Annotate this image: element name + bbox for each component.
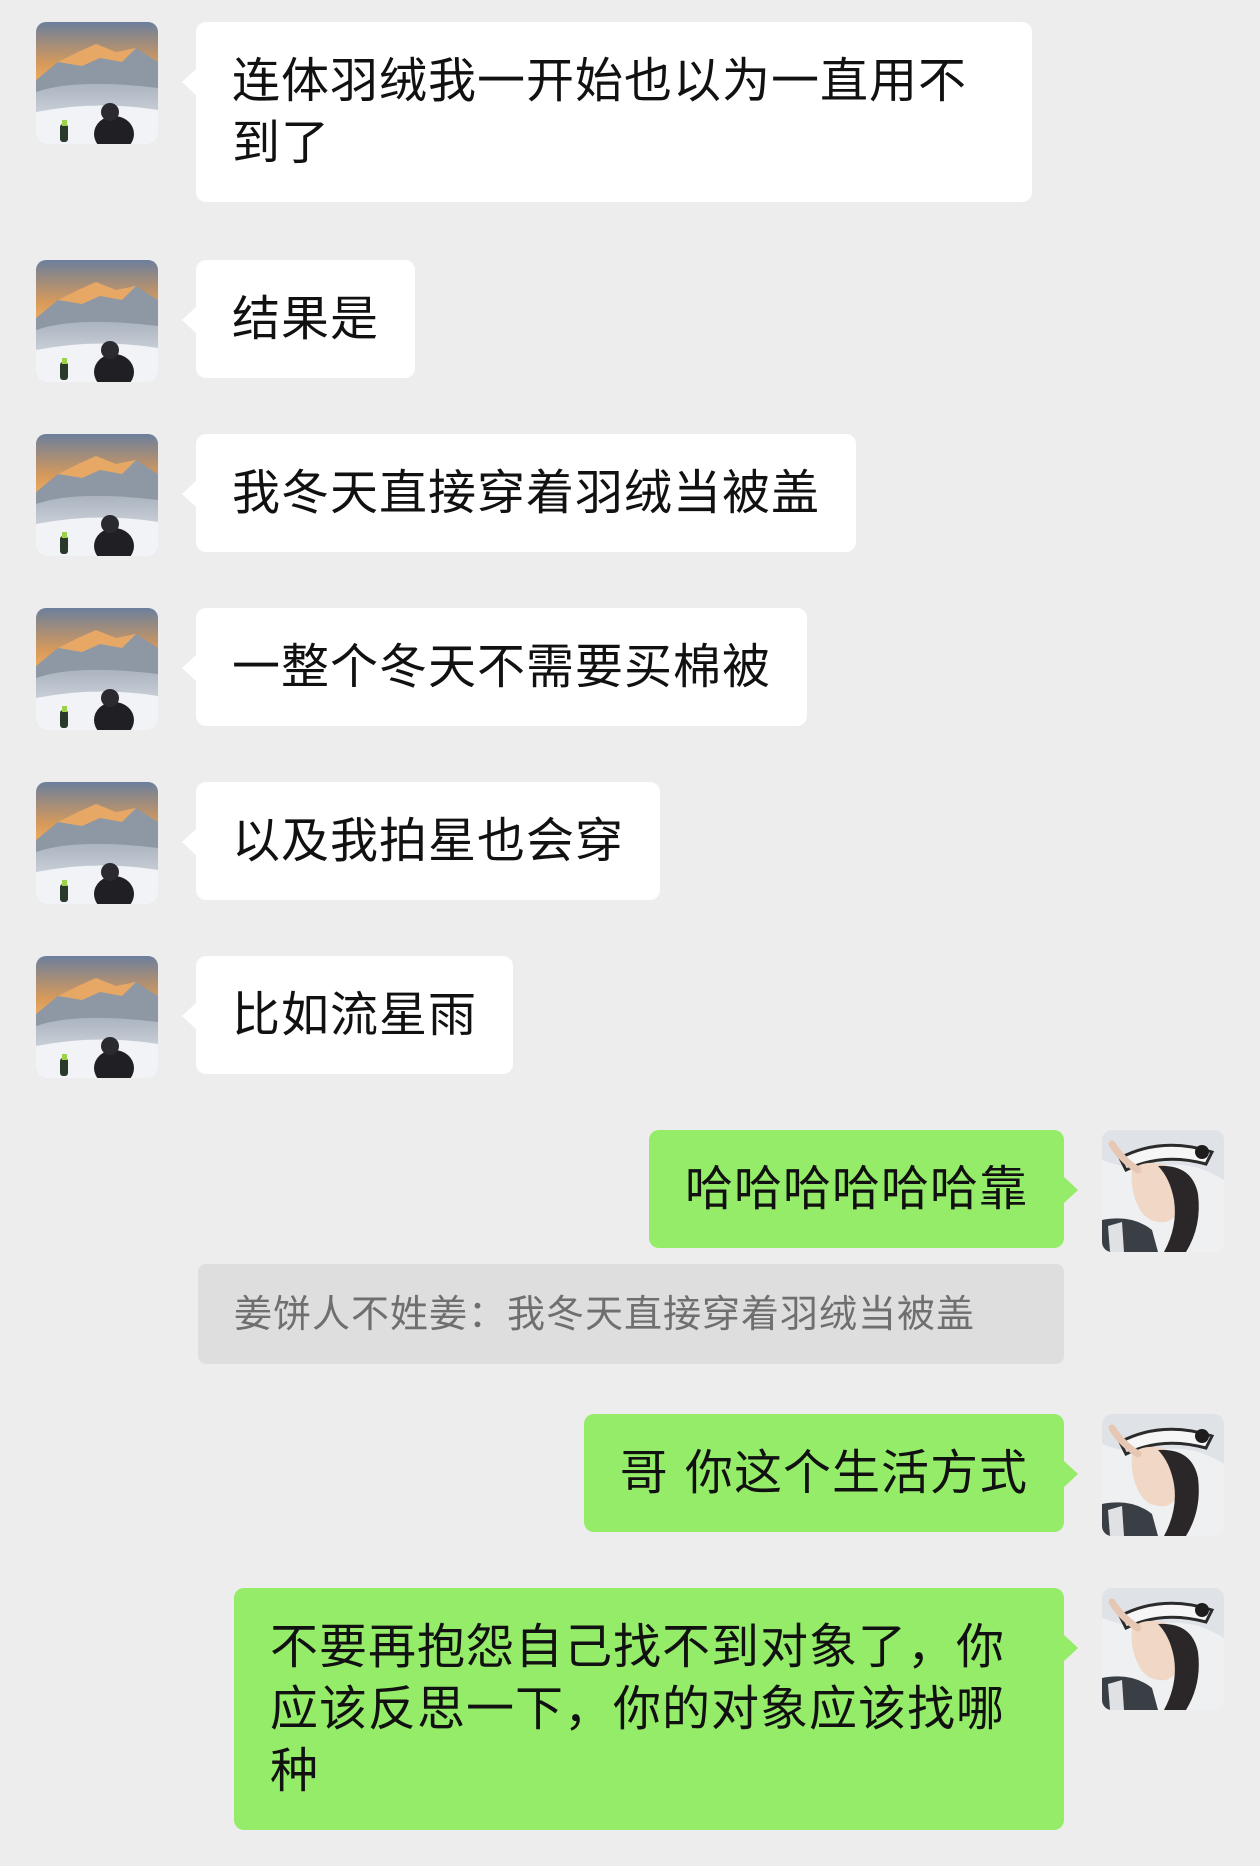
incoming-message[interactable]: 结果是: [181, 260, 416, 378]
contact-avatar[interactable]: [36, 22, 158, 144]
incoming-message[interactable]: 连体羽绒我一开始也以为一直用不到了: [182, 22, 1032, 202]
woman-hat-icon: [1102, 1130, 1224, 1252]
woman-hat-icon: [1102, 1588, 1224, 1710]
contact-avatar[interactable]: [36, 782, 158, 904]
self-avatar[interactable]: [1102, 1130, 1224, 1252]
incoming-message[interactable]: 以及我拍星也会穿: [181, 782, 661, 900]
contact-avatar[interactable]: [36, 260, 158, 382]
snowy-mountain-icon: [36, 608, 158, 730]
quoted-message[interactable]: 姜饼人不姓姜：我冬天直接穿着羽绒当被盖: [198, 1264, 1064, 1364]
contact-avatar[interactable]: [36, 608, 158, 730]
outgoing-message[interactable]: 哥 你这个生活方式: [583, 1414, 1079, 1532]
self-avatar[interactable]: [1102, 1414, 1224, 1536]
contact-avatar[interactable]: [36, 956, 158, 1078]
incoming-message[interactable]: 比如流星雨: [181, 956, 514, 1074]
outgoing-message[interactable]: 哈哈哈哈哈哈靠: [648, 1130, 1079, 1248]
incoming-message[interactable]: 一整个冬天不需要买棉被: [181, 608, 808, 726]
snowy-mountain-icon: [36, 956, 158, 1078]
outgoing-message[interactable]: 不要再抱怨自己找不到对象了，你应该反思一下，你的对象应该找哪种: [234, 1588, 1078, 1830]
incoming-message[interactable]: 我冬天直接穿着羽绒当被盖: [181, 434, 857, 552]
snowy-mountain-icon: [36, 22, 158, 144]
snowy-mountain-icon: [36, 782, 158, 904]
woman-hat-icon: [1102, 1414, 1224, 1536]
snowy-mountain-icon: [36, 434, 158, 556]
self-avatar[interactable]: [1102, 1588, 1224, 1710]
contact-avatar[interactable]: [36, 434, 158, 556]
snowy-mountain-icon: [36, 260, 158, 382]
